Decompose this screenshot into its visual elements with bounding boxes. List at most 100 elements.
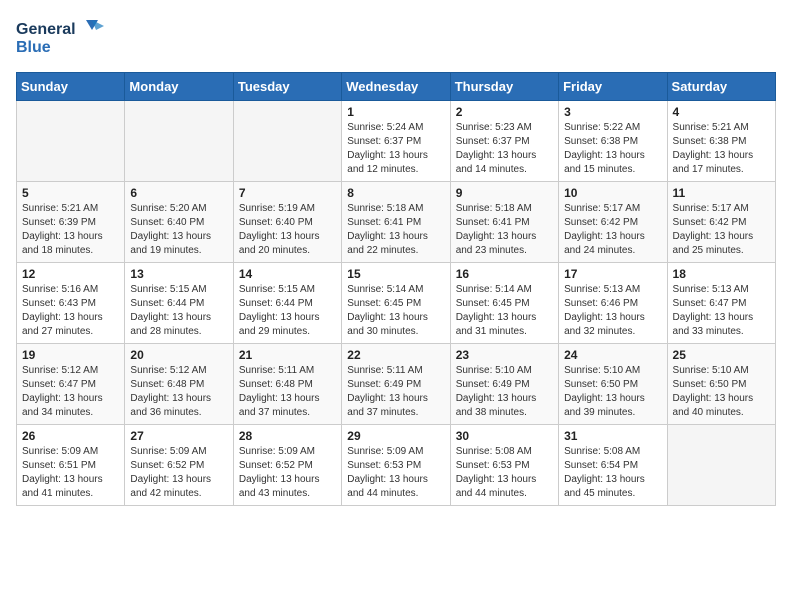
day-info: Sunrise: 5:21 AM Sunset: 6:39 PM Dayligh… [22, 202, 119, 258]
day-number: 22 [347, 348, 444, 362]
calendar-day-31: 31Sunrise: 5:08 AM Sunset: 6:54 PM Dayli… [559, 425, 667, 506]
day-info: Sunrise: 5:09 AM Sunset: 6:51 PM Dayligh… [22, 445, 119, 501]
calendar-day-1: 1Sunrise: 5:24 AM Sunset: 6:37 PM Daylig… [342, 101, 450, 182]
calendar-week-row: 26 Sunrise: 5:09 AM Sunset: 6:51 PM Dayli… [17, 425, 776, 506]
day-number: 15 [347, 267, 444, 281]
day-number: 7 [239, 186, 336, 200]
header-tuesday: Tuesday [233, 73, 341, 101]
day-number: 20 [130, 348, 227, 362]
day-info: Sunrise: 5:18 AM Sunset: 6:41 PM Dayligh… [347, 202, 444, 258]
header-monday: Monday [125, 73, 233, 101]
day-info: Sunrise: 5:13 AM Sunset: 6:46 PM Dayligh… [564, 283, 661, 339]
day-info: Sunrise: 5:10 AM Sunset: 6:50 PM Dayligh… [673, 364, 770, 420]
calendar-day-25: 25 Sunrise: 5:10 AM Sunset: 6:50 PM Dayli… [667, 344, 775, 425]
calendar-empty [233, 101, 341, 182]
calendar-table: SundayMondayTuesdayWednesdayThursdayFrid… [16, 72, 776, 506]
calendar-week-row: 19 Sunrise: 5:12 AM Sunset: 6:47 PM Dayli… [17, 344, 776, 425]
header-thursday: Thursday [450, 73, 558, 101]
calendar-day-10: 10Sunrise: 5:17 AM Sunset: 6:42 PM Dayli… [559, 182, 667, 263]
calendar-day-4: 4 Sunrise: 5:21 AM Sunset: 6:38 PM Daylig… [667, 101, 775, 182]
calendar-day-21: 21 Sunrise: 5:11 AM Sunset: 6:48 PM Dayli… [233, 344, 341, 425]
calendar-day-28: 28Sunrise: 5:09 AM Sunset: 6:52 PM Dayli… [233, 425, 341, 506]
calendar-day-13: 13 Sunrise: 5:15 AM Sunset: 6:44 PM Dayli… [125, 263, 233, 344]
calendar-day-20: 20 Sunrise: 5:12 AM Sunset: 6:48 PM Dayli… [125, 344, 233, 425]
day-number: 25 [673, 348, 770, 362]
calendar-day-17: 17 Sunrise: 5:13 AM Sunset: 6:46 PM Dayli… [559, 263, 667, 344]
day-number: 30 [456, 429, 553, 443]
calendar-day-15: 15Sunrise: 5:14 AM Sunset: 6:45 PM Dayli… [342, 263, 450, 344]
svg-text:General: General [16, 21, 76, 38]
calendar-day-27: 27 Sunrise: 5:09 AM Sunset: 6:52 PM Dayli… [125, 425, 233, 506]
day-number: 14 [239, 267, 336, 281]
svg-text:Blue: Blue [16, 39, 51, 56]
day-info: Sunrise: 5:10 AM Sunset: 6:50 PM Dayligh… [564, 364, 661, 420]
day-info: Sunrise: 5:09 AM Sunset: 6:52 PM Dayligh… [130, 445, 227, 501]
day-number: 8 [347, 186, 444, 200]
day-info: Sunrise: 5:12 AM Sunset: 6:48 PM Dayligh… [130, 364, 227, 420]
day-number: 26 [22, 429, 119, 443]
calendar-day-9: 9 Sunrise: 5:18 AM Sunset: 6:41 PM Daylig… [450, 182, 558, 263]
day-number: 9 [456, 186, 553, 200]
day-info: Sunrise: 5:20 AM Sunset: 6:40 PM Dayligh… [130, 202, 227, 258]
page-header: GeneralBlue [16, 16, 776, 60]
logo-svg: GeneralBlue [16, 16, 106, 60]
calendar-day-30: 30 Sunrise: 5:08 AM Sunset: 6:53 PM Dayli… [450, 425, 558, 506]
calendar-week-row: 1Sunrise: 5:24 AM Sunset: 6:37 PM Daylig… [17, 101, 776, 182]
day-number: 13 [130, 267, 227, 281]
calendar-day-14: 14 Sunrise: 5:15 AM Sunset: 6:44 PM Dayli… [233, 263, 341, 344]
day-info: Sunrise: 5:19 AM Sunset: 6:40 PM Dayligh… [239, 202, 336, 258]
day-info: Sunrise: 5:09 AM Sunset: 6:52 PM Dayligh… [239, 445, 336, 501]
day-info: Sunrise: 5:08 AM Sunset: 6:54 PM Dayligh… [564, 445, 661, 501]
day-number: 6 [130, 186, 227, 200]
calendar-empty [667, 425, 775, 506]
header-friday: Friday [559, 73, 667, 101]
day-info: Sunrise: 5:18 AM Sunset: 6:41 PM Dayligh… [456, 202, 553, 258]
day-number: 12 [22, 267, 119, 281]
day-info: Sunrise: 5:15 AM Sunset: 6:44 PM Dayligh… [239, 283, 336, 339]
calendar-day-8: 8 Sunrise: 5:18 AM Sunset: 6:41 PM Daylig… [342, 182, 450, 263]
day-number: 27 [130, 429, 227, 443]
day-number: 11 [673, 186, 770, 200]
day-info: Sunrise: 5:08 AM Sunset: 6:53 PM Dayligh… [456, 445, 553, 501]
day-info: Sunrise: 5:11 AM Sunset: 6:48 PM Dayligh… [239, 364, 336, 420]
day-info: Sunrise: 5:12 AM Sunset: 6:47 PM Dayligh… [22, 364, 119, 420]
logo: GeneralBlue [16, 16, 106, 60]
day-info: Sunrise: 5:21 AM Sunset: 6:38 PM Dayligh… [673, 121, 770, 177]
calendar-day-12: 12Sunrise: 5:16 AM Sunset: 6:43 PM Dayli… [17, 263, 125, 344]
day-number: 19 [22, 348, 119, 362]
calendar-day-3: 3 Sunrise: 5:22 AM Sunset: 6:38 PM Daylig… [559, 101, 667, 182]
calendar-day-19: 19 Sunrise: 5:12 AM Sunset: 6:47 PM Dayli… [17, 344, 125, 425]
calendar-week-row: 12Sunrise: 5:16 AM Sunset: 6:43 PM Dayli… [17, 263, 776, 344]
calendar-day-24: 24 Sunrise: 5:10 AM Sunset: 6:50 PM Dayli… [559, 344, 667, 425]
day-info: Sunrise: 5:23 AM Sunset: 6:37 PM Dayligh… [456, 121, 553, 177]
day-info: Sunrise: 5:22 AM Sunset: 6:38 PM Dayligh… [564, 121, 661, 177]
calendar-day-7: 7 Sunrise: 5:19 AM Sunset: 6:40 PM Daylig… [233, 182, 341, 263]
day-number: 3 [564, 105, 661, 119]
calendar-day-11: 11 Sunrise: 5:17 AM Sunset: 6:42 PM Dayli… [667, 182, 775, 263]
day-number: 24 [564, 348, 661, 362]
day-info: Sunrise: 5:17 AM Sunset: 6:42 PM Dayligh… [673, 202, 770, 258]
day-number: 4 [673, 105, 770, 119]
calendar-empty [17, 101, 125, 182]
calendar-day-6: 6 Sunrise: 5:20 AM Sunset: 6:40 PM Daylig… [125, 182, 233, 263]
day-number: 17 [564, 267, 661, 281]
header-saturday: Saturday [667, 73, 775, 101]
header-wednesday: Wednesday [342, 73, 450, 101]
day-number: 21 [239, 348, 336, 362]
day-info: Sunrise: 5:13 AM Sunset: 6:47 PM Dayligh… [673, 283, 770, 339]
calendar-empty [125, 101, 233, 182]
day-number: 16 [456, 267, 553, 281]
day-number: 10 [564, 186, 661, 200]
day-info: Sunrise: 5:11 AM Sunset: 6:49 PM Dayligh… [347, 364, 444, 420]
calendar-day-29: 29Sunrise: 5:09 AM Sunset: 6:53 PM Dayli… [342, 425, 450, 506]
day-info: Sunrise: 5:15 AM Sunset: 6:44 PM Dayligh… [130, 283, 227, 339]
day-number: 5 [22, 186, 119, 200]
header-sunday: Sunday [17, 73, 125, 101]
calendar-header-row: SundayMondayTuesdayWednesdayThursdayFrid… [17, 73, 776, 101]
day-info: Sunrise: 5:09 AM Sunset: 6:53 PM Dayligh… [347, 445, 444, 501]
day-info: Sunrise: 5:14 AM Sunset: 6:45 PM Dayligh… [456, 283, 553, 339]
calendar-day-23: 23 Sunrise: 5:10 AM Sunset: 6:49 PM Dayli… [450, 344, 558, 425]
day-number: 23 [456, 348, 553, 362]
day-info: Sunrise: 5:10 AM Sunset: 6:49 PM Dayligh… [456, 364, 553, 420]
calendar-day-26: 26 Sunrise: 5:09 AM Sunset: 6:51 PM Dayli… [17, 425, 125, 506]
